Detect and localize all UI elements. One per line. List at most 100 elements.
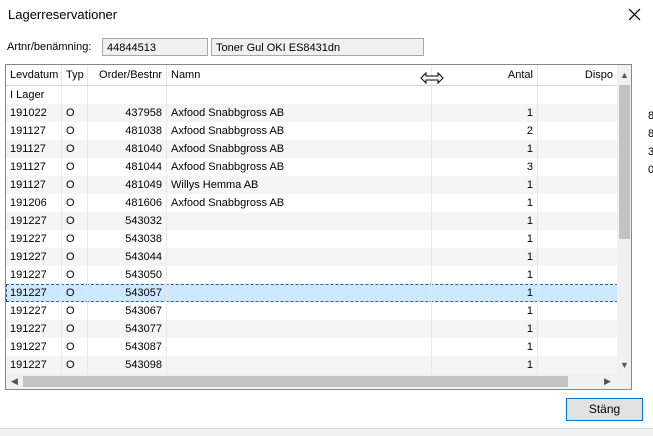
table-row[interactable]: 191127 O 481049 Willys Hemma AB 1 (6, 176, 618, 194)
close-button[interactable]: Stäng (566, 398, 643, 421)
cell-levdatum: 191127 (6, 176, 62, 194)
table-row[interactable]: 191227 O 543098 1 (6, 356, 618, 374)
vertical-scrollbar[interactable]: ▲ ▼ (617, 65, 631, 374)
scroll-left-icon[interactable]: ◀ (7, 374, 22, 389)
vertical-scroll-thumb[interactable] (619, 85, 630, 239)
table-row[interactable]: 191206 O 481606 Axfood Snabbgross AB 1 (6, 194, 618, 212)
cell-dispo (538, 122, 618, 140)
cell-antal: 1 (432, 212, 538, 230)
table-row[interactable]: 191227 O 543038 1 (6, 230, 618, 248)
cell-typ: O (62, 176, 88, 194)
cell-order: 437958 (88, 104, 167, 122)
cell-antal: 1 (432, 176, 538, 194)
cell-typ: O (62, 230, 88, 248)
table-row[interactable]: 191127 O 481044 Axfood Snabbgross AB 3 (6, 158, 618, 176)
cell-order: 543067 (88, 302, 167, 320)
cell-namn (167, 320, 432, 338)
cell-antal (432, 86, 538, 104)
cell-antal: 1 (432, 248, 538, 266)
cell-antal: 3 (432, 158, 538, 176)
cell-levdatum: I Lager (6, 86, 62, 104)
header-order[interactable]: Order/Bestnr (88, 65, 167, 85)
cell-order: 481040 (88, 140, 167, 158)
table-row[interactable]: 191127 O 481040 Axfood Snabbgross AB 1 (6, 140, 618, 158)
cell-order: 543050 (88, 266, 167, 284)
header-namn[interactable]: Namn (167, 65, 432, 85)
cell-typ: O (62, 266, 88, 284)
cell-order: 543044 (88, 248, 167, 266)
cell-antal: 1 (432, 266, 538, 284)
header-levdatum[interactable]: Levdatum (6, 65, 62, 85)
cell-order: 481049 (88, 176, 167, 194)
cell-typ: O (62, 140, 88, 158)
cell-antal: 1 (432, 140, 538, 158)
table-header: Levdatum Typ Order/Bestnr Namn Antal Dis… (6, 65, 618, 86)
cell-namn (167, 86, 432, 104)
cell-dispo (538, 248, 618, 266)
cell-namn: Axfood Snabbgross AB (167, 194, 432, 212)
horizontal-scrollbar[interactable]: ◀ ▶ (6, 374, 617, 389)
cell-dispo (538, 104, 618, 122)
cell-levdatum: 191227 (6, 338, 62, 356)
scroll-up-icon[interactable]: ▲ (617, 67, 631, 82)
cell-typ: O (62, 104, 88, 122)
cell-dispo (538, 158, 618, 176)
scroll-corner (617, 374, 631, 389)
table-row[interactable]: 191227 O 543057 1 (6, 284, 618, 302)
table-row[interactable]: 191022 O 437958 Axfood Snabbgross AB 1 (6, 104, 618, 122)
cell-levdatum: 191127 (6, 140, 62, 158)
cell-dispo (538, 266, 618, 284)
header-typ[interactable]: Typ (62, 65, 88, 85)
cell-dispo (538, 284, 618, 302)
cell-order: 481038 (88, 122, 167, 140)
cell-typ: O (62, 320, 88, 338)
table-row[interactable]: 191227 O 543067 1 (6, 302, 618, 320)
header-dispo[interactable]: Dispo (538, 65, 618, 85)
cell-namn (167, 248, 432, 266)
cell-levdatum: 191206 (6, 194, 62, 212)
table-row[interactable]: I Lager (6, 86, 618, 104)
cell-typ (62, 86, 88, 104)
article-label: Artnr/benämning: (7, 41, 92, 53)
reservations-table[interactable]: Levdatum Typ Order/Bestnr Namn Antal Dis… (5, 64, 632, 390)
cell-levdatum: 191227 (6, 320, 62, 338)
horizontal-scroll-thumb[interactable] (23, 376, 568, 387)
cell-dispo (538, 194, 618, 212)
cell-typ: O (62, 356, 88, 374)
cell-levdatum: 191127 (6, 122, 62, 140)
cell-namn: Axfood Snabbgross AB (167, 140, 432, 158)
cell-dispo (538, 338, 618, 356)
cell-namn (167, 338, 432, 356)
close-icon[interactable] (622, 2, 646, 26)
table-row[interactable]: 191227 O 543032 1 (6, 212, 618, 230)
scroll-right-icon[interactable]: ▶ (600, 374, 615, 389)
cell-dispo (538, 86, 618, 104)
cell-namn (167, 356, 432, 374)
cell-typ: O (62, 122, 88, 140)
cell-antal: 1 (432, 230, 538, 248)
cell-levdatum: 191227 (6, 212, 62, 230)
cell-dispo (538, 212, 618, 230)
window-title: Lagerreservationer (8, 7, 118, 22)
cell-typ: O (62, 158, 88, 176)
table-row[interactable]: 191227 O 543050 1 (6, 266, 618, 284)
cell-levdatum: 191227 (6, 356, 62, 374)
header-antal[interactable]: Antal (432, 65, 538, 85)
cell-order: 481044 (88, 158, 167, 176)
cell-typ: O (62, 302, 88, 320)
scroll-down-icon[interactable]: ▼ (617, 357, 631, 372)
cell-order: 543032 (88, 212, 167, 230)
cell-order: 543087 (88, 338, 167, 356)
cell-order: 481606 (88, 194, 167, 212)
table-row[interactable]: 191227 O 543077 1 (6, 320, 618, 338)
cell-namn: Axfood Snabbgross AB (167, 158, 432, 176)
cell-namn (167, 266, 432, 284)
table-row[interactable]: 191227 O 543044 1 (6, 248, 618, 266)
cell-namn: Axfood Snabbgross AB (167, 104, 432, 122)
cell-levdatum: 191227 (6, 248, 62, 266)
cell-antal: 1 (432, 338, 538, 356)
cell-dispo (538, 140, 618, 158)
table-row[interactable]: 191127 O 481038 Axfood Snabbgross AB 2 (6, 122, 618, 140)
table-row[interactable]: 191227 O 543087 1 (6, 338, 618, 356)
cell-antal: 1 (432, 194, 538, 212)
